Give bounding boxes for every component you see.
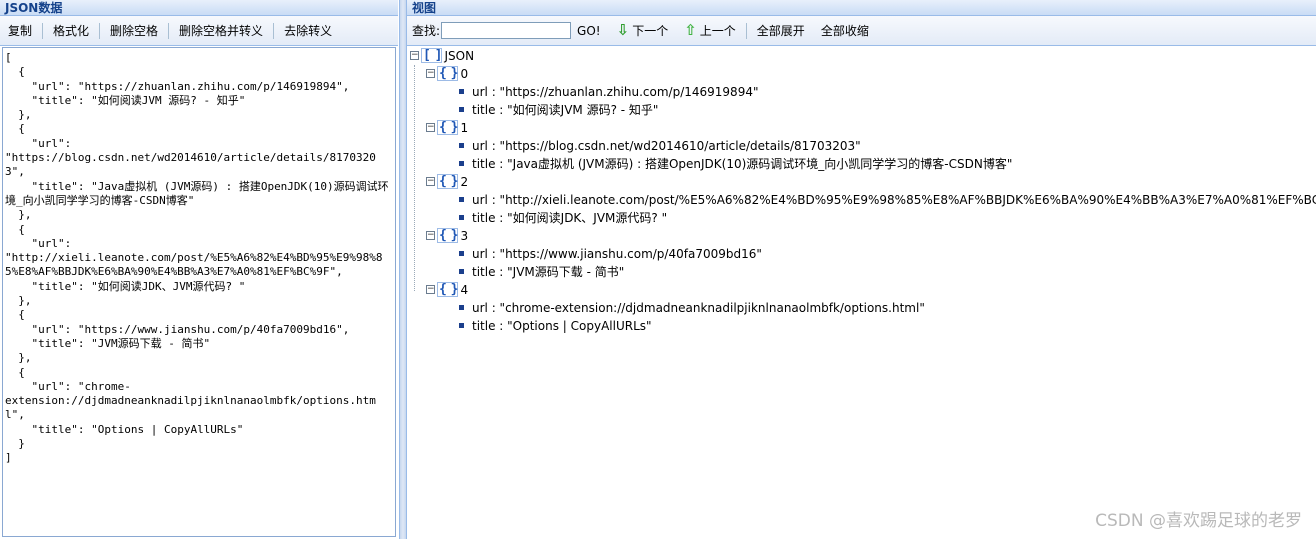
tree-node-object[interactable]: −{ } 0 [426, 65, 468, 83]
collapse-toggle-icon[interactable]: − [426, 231, 435, 240]
tree-node-object[interactable]: −{ } 2 [426, 173, 468, 191]
node-index: 0 [460, 67, 469, 81]
tree-node-object[interactable]: −{ } 4 [426, 281, 468, 299]
leaf-text: title : "Options | CopyAllURLs" [472, 319, 652, 333]
leaf-bullet-icon [459, 305, 464, 310]
tree-node-root[interactable]: −[ ] JSON [410, 47, 474, 65]
root-label: JSON [444, 49, 475, 63]
tree-node-object[interactable]: −{ } 1 [426, 119, 468, 137]
remove-spaces-button[interactable]: 删除空格 [102, 16, 166, 46]
arrow-down-icon: ⇩ [616, 21, 630, 39]
toolbar-separator [168, 22, 170, 39]
tree-leaf-title[interactable]: title : "如何阅读JVM 源码? - 知乎" [459, 101, 658, 119]
leaf-text: title : "如何阅读JDK、JVM源代码? " [472, 211, 668, 225]
unescape-button[interactable]: 去除转义 [276, 16, 340, 46]
next-button[interactable]: ⇩ 下一个 [607, 15, 677, 46]
leaf-text: url : "https://zhuanlan.zhihu.com/p/1469… [472, 85, 759, 99]
leaf-text: url : "chrome-extension://djdmadneanknad… [472, 301, 925, 315]
toolbar-separator [99, 22, 101, 39]
prev-button[interactable]: ⇧ 上一个 [676, 15, 744, 46]
collapse-toggle-icon[interactable]: − [426, 123, 435, 132]
collapse-toggle-icon[interactable]: − [410, 51, 419, 60]
node-index: 1 [460, 121, 469, 135]
tree-leaf-url[interactable]: url : "http://xieli.leanote.com/post/%E5… [459, 191, 1316, 209]
node-index: 2 [460, 175, 469, 189]
leaf-bullet-icon [459, 161, 464, 166]
node-index: 4 [460, 283, 469, 297]
leaf-bullet-icon [459, 215, 464, 220]
leaf-bullet-icon [459, 251, 464, 256]
object-icon: { } [437, 120, 459, 135]
array-icon: [ ] [421, 48, 443, 63]
leaf-bullet-icon [459, 197, 464, 202]
object-icon: { } [437, 228, 459, 243]
leaf-text: url : "https://www.jianshu.com/p/40fa700… [472, 247, 762, 261]
leaf-text: title : "JVM源码下载 - 简书" [472, 265, 625, 279]
json-text-area[interactable]: [ { "url": "https://zhuanlan.zhihu.com/p… [2, 47, 396, 537]
object-icon: { } [437, 174, 459, 189]
tree-guide-line [414, 65, 415, 291]
json-tree-view: −[ ] JSON −{ } 0 url : "https://zhuanlan.z… [407, 47, 1316, 539]
tree-leaf-url[interactable]: url : "chrome-extension://djdmadneanknad… [459, 299, 925, 317]
leaf-bullet-icon [459, 323, 464, 328]
copy-button[interactable]: 复制 [0, 16, 40, 46]
panel-splitter[interactable] [399, 0, 407, 539]
watermark: CSDN @喜欢踢足球的老罗 [1095, 511, 1302, 531]
collapse-all-button[interactable]: 全部收缩 [813, 16, 877, 46]
go-button[interactable]: GO! [575, 16, 607, 46]
tree-leaf-title[interactable]: title : "JVM源码下载 - 简书" [459, 263, 624, 281]
object-icon: { } [437, 282, 459, 297]
expand-all-button[interactable]: 全部展开 [749, 16, 813, 46]
toolbar-separator [745, 22, 747, 39]
node-index: 3 [460, 229, 469, 243]
search-input[interactable] [441, 22, 572, 39]
tree-leaf-url[interactable]: url : "https://zhuanlan.zhihu.com/p/1469… [459, 83, 758, 101]
tree-leaf-title[interactable]: title : "Options | CopyAllURLs" [459, 317, 652, 335]
collapse-toggle-icon[interactable]: − [426, 177, 435, 186]
tree-leaf-url[interactable]: url : "https://blog.csdn.net/wd2014610/a… [459, 137, 861, 155]
leaf-text: url : "https://blog.csdn.net/wd2014610/a… [472, 139, 861, 153]
tree-node-object[interactable]: −{ } 3 [426, 227, 468, 245]
prev-label: 上一个 [699, 24, 736, 38]
collapse-toggle-icon[interactable]: − [426, 69, 435, 78]
arrow-up-icon: ⇧ [684, 21, 697, 39]
leaf-bullet-icon [459, 143, 464, 148]
tree-leaf-title[interactable]: title : "如何阅读JDK、JVM源代码? " [459, 209, 667, 227]
toolbar-separator [273, 22, 275, 39]
object-icon: { } [437, 66, 459, 81]
leaf-bullet-icon [459, 269, 464, 274]
tree-leaf-url[interactable]: url : "https://www.jianshu.com/p/40fa700… [459, 245, 762, 263]
leaf-text: title : "如何阅读JVM 源码? - 知乎" [472, 103, 659, 117]
tree-leaf-title[interactable]: title : "Java虚拟机 (JVM源码) : 搭建OpenJDK(10)… [459, 155, 1012, 173]
collapse-toggle-icon[interactable]: − [426, 285, 435, 294]
json-data-toolbar: 复制 格式化 删除空格 删除空格并转义 去除转义 [0, 16, 398, 46]
leaf-text: url : "http://xieli.leanote.com/post/%E5… [472, 193, 1316, 207]
view-panel-title: 视图 [407, 0, 1316, 16]
remove-spaces-escape-button[interactable]: 删除空格并转义 [171, 16, 271, 46]
leaf-text: title : "Java虚拟机 (JVM源码) : 搭建OpenJDK(10)… [472, 157, 1013, 171]
leaf-bullet-icon [459, 107, 464, 112]
next-label: 下一个 [632, 24, 669, 38]
format-button[interactable]: 格式化 [45, 16, 97, 46]
view-toolbar: 查找: GO! ⇩ 下一个 ⇧ 上一个 全部展开 全部收缩 [407, 16, 1316, 46]
find-label: 查找: [412, 24, 441, 38]
leaf-bullet-icon [459, 89, 464, 94]
toolbar-separator [42, 22, 44, 39]
json-data-panel-title: JSON数据 [0, 0, 398, 16]
